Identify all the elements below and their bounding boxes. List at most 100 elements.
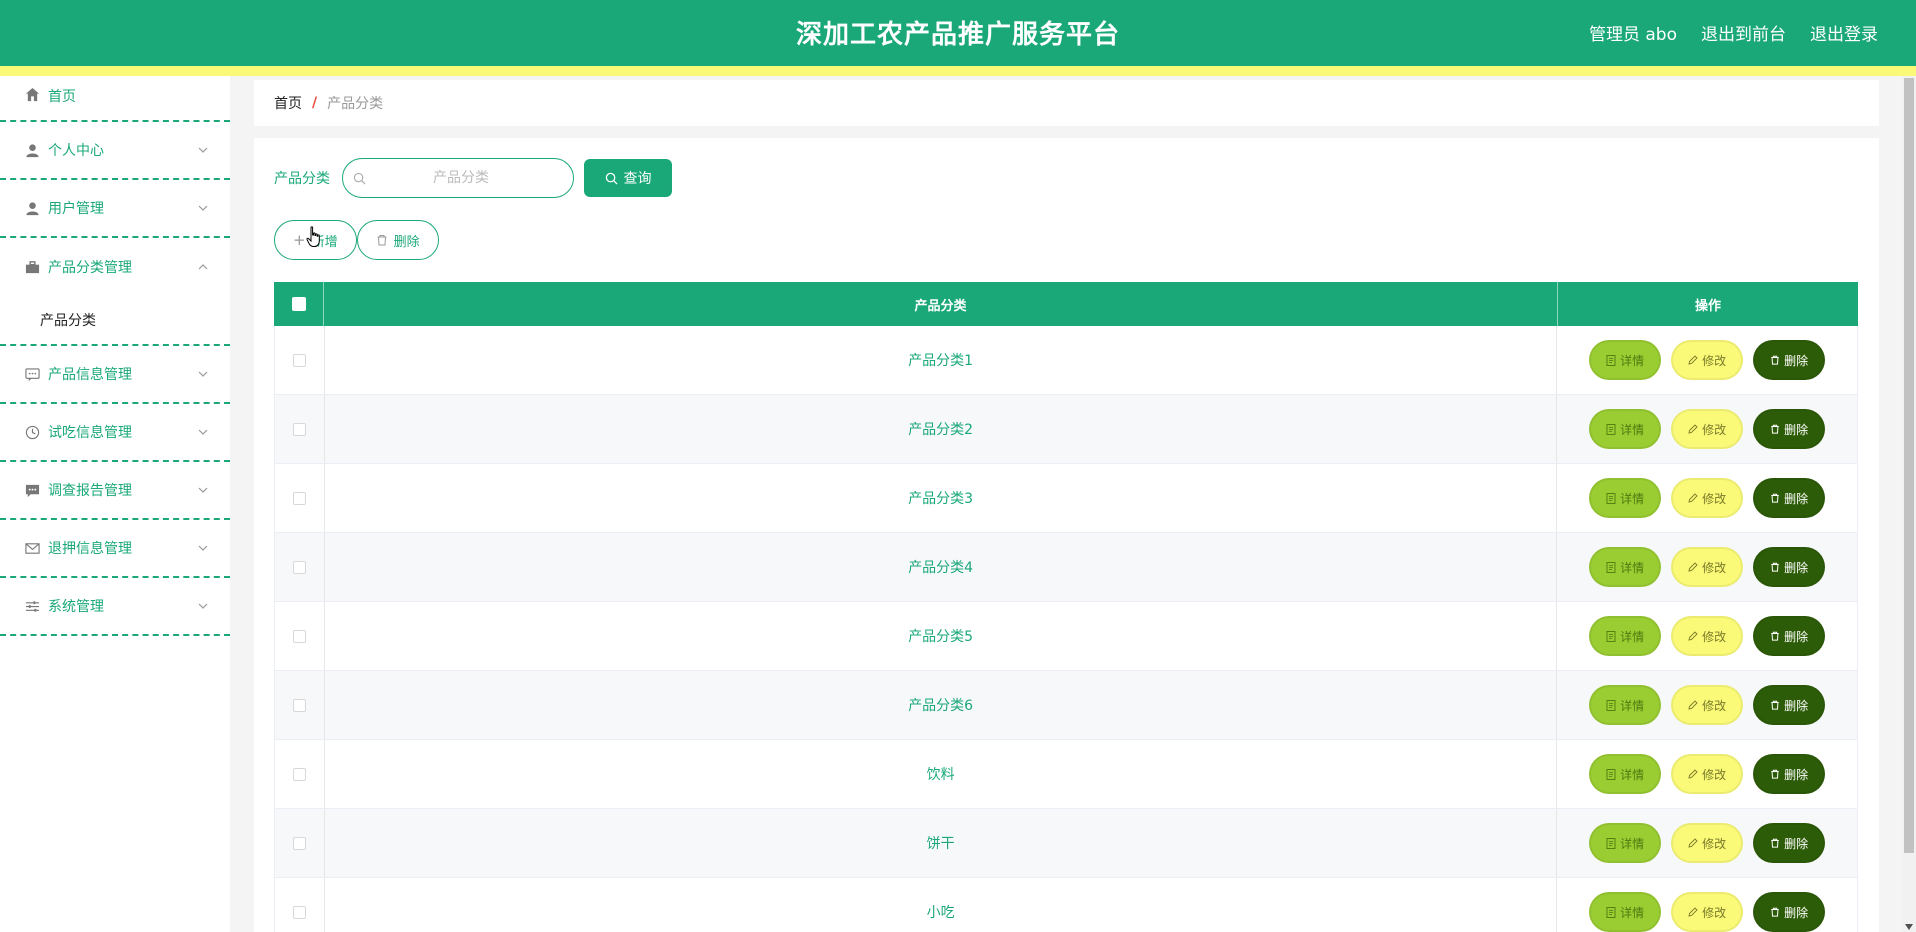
- row-checkbox-cell: [275, 326, 325, 394]
- row-checkbox[interactable]: [292, 353, 306, 367]
- row-checkbox[interactable]: [292, 422, 306, 436]
- breadcrumb-home[interactable]: 首页: [274, 93, 302, 113]
- detail-button[interactable]: 详情: [1589, 340, 1662, 380]
- delete-button[interactable]: 删除: [1753, 892, 1826, 932]
- search-button[interactable]: 查询: [584, 159, 672, 197]
- edit-button[interactable]: 修改: [1671, 823, 1744, 863]
- edit-button[interactable]: 修改: [1671, 616, 1744, 656]
- delete-button[interactable]: 删除: [1753, 340, 1826, 380]
- detail-button[interactable]: 详情: [1589, 547, 1662, 587]
- trash-icon: [1771, 424, 1779, 434]
- delete-button[interactable]: 删除: [1753, 685, 1826, 725]
- document-icon: [1606, 423, 1616, 435]
- table-row: 小吃 详情 修改 删除: [274, 878, 1858, 932]
- sliders-icon: [24, 598, 40, 614]
- sidebar-item-home[interactable]: 首页: [0, 76, 230, 122]
- detail-button[interactable]: 详情: [1589, 823, 1662, 863]
- search-input[interactable]: [371, 159, 551, 197]
- hand-cursor-icon: [306, 226, 320, 247]
- trash-icon: [1771, 562, 1779, 572]
- edit-button[interactable]: 修改: [1671, 685, 1744, 725]
- detail-label: 详情: [1620, 491, 1645, 506]
- sidebar-item-deposit-refund[interactable]: 退押信息管理: [0, 520, 230, 578]
- row-checkbox[interactable]: [292, 629, 306, 643]
- sidebar-item-category-management[interactable]: 产品分类管理: [0, 238, 230, 296]
- edit-button[interactable]: 修改: [1671, 547, 1744, 587]
- page-scrollbar[interactable]: [1902, 76, 1916, 932]
- delete-button[interactable]: 删除: [1753, 616, 1826, 656]
- briefcase-icon: [24, 259, 40, 275]
- row-checkbox[interactable]: [292, 836, 306, 850]
- category-name: 饮料: [926, 767, 955, 783]
- exit-to-front-link[interactable]: 退出到前台: [1701, 20, 1786, 45]
- edit-button[interactable]: 修改: [1671, 892, 1744, 932]
- detail-label: 详情: [1620, 560, 1645, 575]
- search-row: 产品分类 查询: [274, 158, 672, 198]
- scrollbar-thumb[interactable]: [1904, 78, 1914, 853]
- detail-button[interactable]: 详情: [1589, 754, 1662, 794]
- row-checkbox[interactable]: [292, 491, 306, 505]
- edit-button[interactable]: 修改: [1671, 340, 1744, 380]
- edit-button[interactable]: 修改: [1671, 478, 1744, 518]
- sidebar-item-tasting-info[interactable]: 试吃信息管理: [0, 404, 230, 462]
- delete-button[interactable]: 删除: [1753, 547, 1826, 587]
- sidebar-item-user-management[interactable]: 用户管理: [0, 180, 230, 238]
- pencil-icon: [1688, 700, 1698, 710]
- pencil-icon: [1688, 424, 1698, 434]
- document-icon: [1606, 354, 1616, 366]
- row-checkbox[interactable]: [292, 560, 306, 574]
- category-name-cell: 产品分类5: [325, 602, 1558, 670]
- delete-label: 删除: [1784, 698, 1809, 713]
- row-checkbox[interactable]: [292, 905, 306, 919]
- sidebar-item-label: 用户管理: [48, 201, 104, 217]
- detail-button[interactable]: 详情: [1589, 685, 1662, 725]
- batch-delete-button[interactable]: 删除: [356, 220, 439, 260]
- delete-button[interactable]: 删除: [1753, 823, 1826, 863]
- content-panel: 产品分类 查询 + 新增 删除 产品分类 操作: [254, 138, 1879, 932]
- edit-button[interactable]: 修改: [1671, 409, 1744, 449]
- sidebar-item-system[interactable]: 系统管理: [0, 578, 230, 636]
- scroll-down-arrow-icon[interactable]: [1905, 924, 1913, 930]
- submenu-item-category[interactable]: 产品分类: [0, 296, 230, 346]
- category-name-cell: 产品分类4: [325, 533, 1558, 601]
- category-name: 小吃: [926, 905, 955, 921]
- detail-button[interactable]: 详情: [1589, 478, 1662, 518]
- detail-button[interactable]: 详情: [1589, 409, 1662, 449]
- category-name-cell: 产品分类6: [325, 671, 1558, 739]
- message-icon: [24, 482, 40, 498]
- chat-icon: [24, 366, 40, 382]
- detail-label: 详情: [1620, 422, 1645, 437]
- ops-cell: 详情 修改 删除: [1557, 533, 1857, 601]
- category-name-cell: 饮料: [325, 740, 1558, 808]
- table-row: 产品分类2 详情 修改 删除: [274, 395, 1858, 464]
- edit-button[interactable]: 修改: [1671, 754, 1744, 794]
- detail-label: 详情: [1620, 353, 1645, 368]
- delete-label: 删除: [1784, 491, 1809, 506]
- ops-cell: 详情 修改 删除: [1557, 326, 1857, 394]
- row-checkbox-cell: [275, 395, 325, 463]
- row-checkbox-cell: [275, 878, 325, 932]
- row-checkbox[interactable]: [292, 767, 306, 781]
- logout-link[interactable]: 退出登录: [1810, 20, 1878, 45]
- sidebar-item-label: 个人中心: [48, 143, 104, 159]
- sidebar-item-label: 产品信息管理: [48, 367, 132, 383]
- delete-label: 删除: [1784, 560, 1809, 575]
- category-name-cell: 小吃: [325, 878, 1558, 932]
- sidebar-item-survey-report[interactable]: 调查报告管理: [0, 462, 230, 520]
- delete-button[interactable]: 删除: [1753, 409, 1826, 449]
- sidebar-item-personal-center[interactable]: 个人中心: [0, 122, 230, 180]
- ops-cell: 详情 修改 删除: [1557, 395, 1857, 463]
- row-checkbox[interactable]: [292, 698, 306, 712]
- detail-button[interactable]: 详情: [1589, 616, 1662, 656]
- delete-label: 删除: [1784, 905, 1809, 920]
- detail-button[interactable]: 详情: [1589, 892, 1662, 932]
- edit-label: 修改: [1702, 491, 1727, 506]
- table-row: 产品分类3 详情 修改 删除: [274, 464, 1858, 533]
- delete-button[interactable]: 删除: [1753, 478, 1826, 518]
- select-all-checkbox[interactable]: [291, 297, 306, 311]
- pencil-icon: [1688, 562, 1698, 572]
- delete-button[interactable]: 删除: [1753, 754, 1826, 794]
- sidebar-item-product-info[interactable]: 产品信息管理: [0, 346, 230, 404]
- category-name-cell: 产品分类3: [325, 464, 1558, 532]
- edit-label: 修改: [1702, 767, 1727, 782]
